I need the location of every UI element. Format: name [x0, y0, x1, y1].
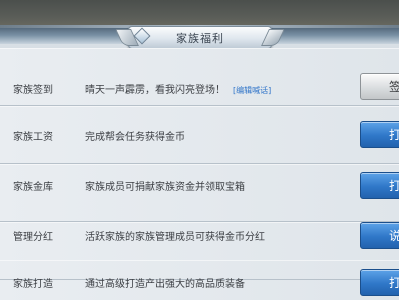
checkin-button[interactable]: 签: [360, 73, 399, 100]
row-description: 晴天一声霹雳，看我闪亮登场！ [编辑喊话]: [85, 81, 271, 96]
treasury-open-button[interactable]: 打: [360, 172, 399, 199]
title-plaque: 家族福利: [128, 26, 272, 49]
row-family-salary: 家族工资 完成帮会任务获得金币 打: [0, 106, 399, 164]
top-bar: [0, 0, 399, 28]
row-family-treasury: 家族金库 家族成员可捐献家族资金并领取宝箱 打: [0, 164, 399, 222]
row-description: 通过高级打造产出强大的高品质装备: [85, 279, 245, 290]
row-description: 家族成员可捐献家族资金并领取宝箱: [85, 182, 245, 193]
row-name: 家族打造: [13, 279, 53, 290]
row-family-forging: 家族打造 通过高级打造产出强大的高品质装备 打: [0, 260, 399, 300]
salary-open-button[interactable]: 打: [360, 121, 399, 148]
dividend-info-button[interactable]: 说: [360, 222, 399, 249]
edit-shout-link[interactable]: [编辑喊话]: [233, 86, 271, 95]
row-name: 家族签到: [13, 85, 53, 96]
row-name: 管理分红: [13, 232, 53, 243]
welfare-list: 家族签到 晴天一声霹雳，看我闪亮登场！ [编辑喊话] 签 家族工资 完成帮会任务获…: [0, 48, 399, 300]
row-family-checkin: 家族签到 晴天一声霹雳，看我闪亮登场！ [编辑喊话] 签: [0, 48, 399, 106]
row-description: 完成帮会任务获得金币: [85, 132, 185, 143]
row-name: 家族金库: [13, 182, 53, 193]
row-description-text: 晴天一声霹雳，看我闪亮登场！: [85, 85, 225, 96]
page-title: 家族福利: [176, 31, 224, 45]
row-name: 家族工资: [13, 132, 53, 143]
forging-open-button[interactable]: 打: [360, 269, 399, 296]
row-description: 活跃家族的家族管理成员可获得金币分红: [85, 232, 265, 243]
